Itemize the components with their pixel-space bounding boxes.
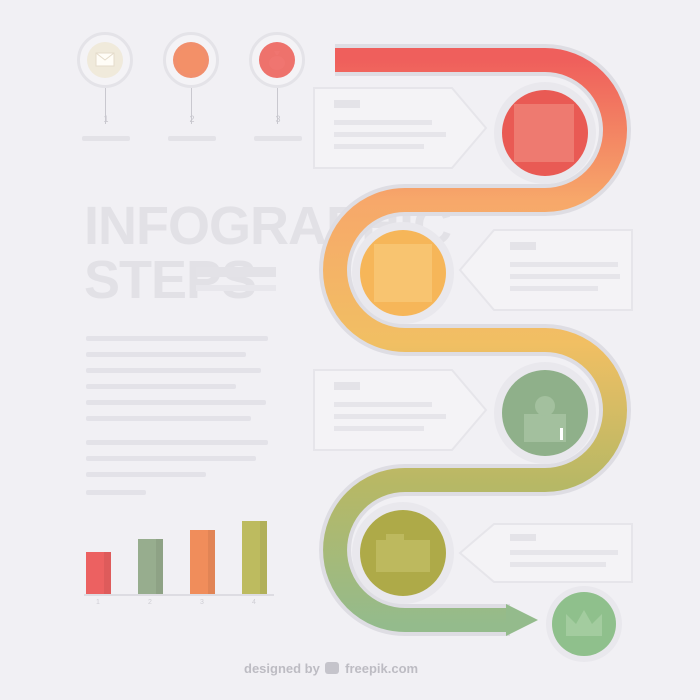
step-1-circle	[494, 82, 596, 184]
step-3-textbox	[313, 369, 488, 451]
crown-icon	[566, 610, 602, 636]
step-4-icon	[376, 534, 430, 572]
step-3-icon	[524, 396, 566, 442]
freepik-logo-icon	[325, 662, 340, 674]
step-5-circle	[546, 586, 622, 662]
step-3-circle	[494, 362, 596, 464]
step-2-circle	[352, 222, 454, 324]
step-2-icon	[374, 244, 432, 302]
footer-prefix: designed by	[244, 661, 320, 676]
footer-brand: freepik.com	[345, 661, 419, 676]
step-1-textbox	[313, 87, 488, 169]
step-4-textbox	[458, 523, 633, 583]
step-1-icon	[514, 104, 574, 162]
step-2-textbox	[458, 229, 633, 311]
step-4-circle	[352, 502, 454, 604]
footer-credit: designed by freepik.com	[244, 661, 418, 676]
arrow-head-icon	[506, 604, 538, 636]
